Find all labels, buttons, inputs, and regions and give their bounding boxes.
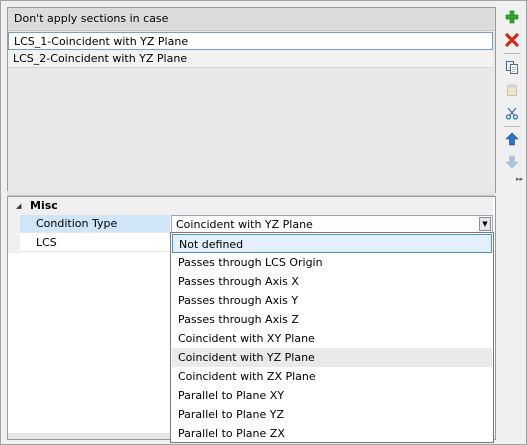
dropdown-option[interactable]: Passes through Axis X [172, 272, 492, 291]
paste-button[interactable] [503, 81, 521, 99]
move-down-icon [505, 155, 519, 169]
dropdown-option[interactable]: Not defined [172, 234, 492, 253]
list-item[interactable]: LCS_1-Coincident with YZ Plane [8, 32, 493, 50]
move-up-icon [505, 132, 519, 146]
toolbar-separator [504, 53, 520, 54]
dropdown-option[interactable]: Coincident with XY Plane [172, 329, 492, 348]
dropdown-option[interactable]: Parallel to Plane YZ [172, 405, 492, 424]
toolbar-separator [504, 126, 520, 127]
cut-icon [505, 107, 519, 120]
collapse-arrow-icon[interactable]: ◢ [16, 197, 21, 215]
condition-type-value: Coincident with YZ Plane [176, 218, 313, 231]
move-up-button[interactable] [503, 130, 521, 148]
list-header: Don't apply sections in case [8, 8, 495, 31]
copy-icon [506, 61, 518, 74]
dropdown-option[interactable]: Parallel to Plane XY [172, 386, 492, 405]
condition-type-dropdown[interactable]: Not defined Passes through LCS Origin Pa… [170, 232, 494, 443]
list-toolbar: ▸▸ [499, 6, 525, 186]
more-icon[interactable]: ▸▸ [516, 175, 523, 183]
add-icon [505, 10, 519, 24]
delete-button[interactable] [503, 31, 521, 49]
lcs-label[interactable]: LCS [20, 234, 170, 252]
dropdown-option[interactable]: Coincident with YZ Plane [172, 348, 492, 367]
delete-icon [505, 33, 519, 47]
chevron-down-icon[interactable]: ▼ [479, 217, 491, 231]
list-item[interactable]: LCS_2-Coincident with YZ Plane [8, 50, 493, 68]
add-button[interactable] [503, 8, 521, 26]
paste-icon [507, 83, 517, 96]
category-label: Misc [30, 199, 58, 212]
move-down-button[interactable] [503, 153, 521, 171]
condition-type-label[interactable]: Condition Type [20, 215, 170, 233]
dropdown-option[interactable]: Passes through LCS Origin [172, 253, 492, 272]
grid-gutter [8, 215, 20, 253]
dialog-panel: Don't apply sections in case LCS_1-Coinc… [0, 0, 527, 445]
condition-type-combobox[interactable]: Coincident with YZ Plane ▼ [171, 215, 493, 233]
sections-exclusion-list[interactable]: Don't apply sections in case LCS_1-Coinc… [7, 7, 496, 193]
cut-button[interactable] [503, 104, 521, 122]
dropdown-option[interactable]: Parallel to Plane ZX [172, 424, 492, 443]
dropdown-option[interactable]: Passes through Axis Z [172, 310, 492, 329]
dropdown-option[interactable]: Passes through Axis Y [172, 291, 492, 310]
dropdown-option[interactable]: Coincident with ZX Plane [172, 367, 492, 386]
category-row[interactable]: ◢ Misc [8, 197, 493, 215]
copy-button[interactable] [503, 58, 521, 76]
